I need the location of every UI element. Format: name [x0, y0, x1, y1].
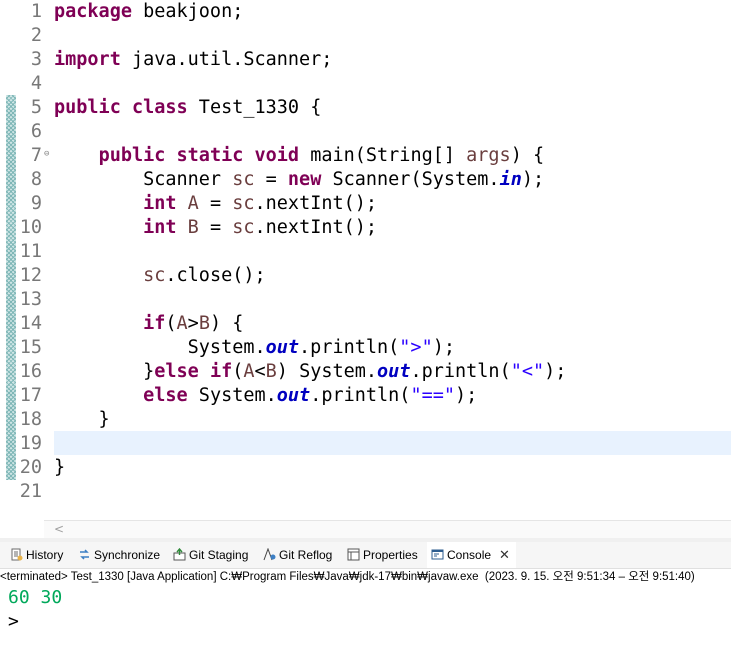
line-number: 13 [19, 289, 42, 310]
git-staging-icon [173, 548, 186, 561]
line-number: 17 [19, 385, 42, 406]
code-line[interactable]: 8 Scanner sc = new Scanner(System.in); [0, 168, 731, 192]
tab-console[interactable]: Console ✕ [427, 542, 516, 568]
line-number: 19 [19, 433, 42, 454]
code-text: Scanner sc = new Scanner(System.in); [54, 169, 545, 190]
tab-history[interactable]: History [10, 542, 63, 568]
code-line[interactable]: 19 [0, 432, 731, 456]
console-prompt: > [8, 611, 19, 632]
tab-git-staging[interactable]: Git Staging [173, 542, 248, 568]
code-text: } [54, 409, 110, 430]
code-line[interactable]: 7 ⊖ public static void main(String[] args… [0, 144, 731, 168]
code-line[interactable]: 5 public class Test_1330 { [0, 96, 731, 120]
code-line[interactable]: 3 import java.util.Scanner; [0, 48, 731, 72]
history-icon [11, 548, 23, 561]
code-text: int B = sc.nextInt(); [143, 217, 378, 238]
close-icon[interactable]: ✕ [499, 547, 510, 562]
code-line[interactable]: 14 if(A>B) { [0, 312, 731, 336]
code-line[interactable]: 20} [0, 456, 731, 480]
line-number: 15 [19, 337, 42, 358]
code-text: sc.close(); [143, 265, 266, 286]
line-number: 14 [19, 313, 42, 334]
code-editor[interactable]: 1 package beakjoon; 2 3 import java.util.Sca… [0, 0, 731, 520]
code-line[interactable]: 1 package beakjoon; [0, 0, 731, 24]
line-number: 20 [19, 457, 42, 478]
line-number: 10 [19, 217, 42, 238]
line-number: 8 [30, 169, 42, 190]
code-line[interactable]: 21 [0, 480, 731, 504]
line-number: 21 [19, 481, 42, 502]
line-number: 4 [30, 73, 42, 94]
code-line[interactable]: 17 else System.out.println("=="); [0, 384, 731, 408]
code-line[interactable]: 4 [0, 72, 731, 96]
code-line[interactable]: 11 [0, 240, 731, 264]
code-line[interactable]: 12 sc.close(); [0, 264, 731, 288]
code-line[interactable]: 15 System.out.println(">"); [0, 336, 731, 360]
console-status-label: <terminated> Test_1330 [Java Application… [0, 571, 695, 583]
synchronize-icon [80, 549, 89, 560]
code-line[interactable]: 9 int A = sc.nextInt(); [0, 192, 731, 216]
view-tab-bar: History Synchronize Git Staging Git Refl… [0, 542, 731, 569]
line-number: 18 [19, 409, 42, 430]
code-text: }else if(A<B) System.out.println("<"); [54, 361, 567, 382]
tab-git-reflog[interactable]: Git Reflog [263, 542, 332, 568]
code-text: public static void main(String[] args) { [98, 145, 545, 166]
code-line[interactable]: 18 } [0, 408, 731, 432]
code-text: if(A>B) { [143, 313, 244, 334]
code-text: } [54, 457, 66, 478]
line-number: 2 [30, 25, 42, 46]
code-text: package beakjoon; [54, 1, 244, 22]
console-input-line: 60 30 [8, 587, 63, 608]
code-line[interactable]: 6 [0, 120, 731, 144]
line-number: 9 [30, 193, 42, 214]
code-text: else System.out.println("=="); [143, 385, 478, 406]
line-number: 12 [19, 265, 42, 286]
console-output[interactable]: 60 30 > [0, 585, 731, 649]
horizontal-scrollbar[interactable]: < [44, 520, 731, 539]
line-number: 5 [30, 97, 42, 118]
code-line[interactable]: 2 [0, 24, 731, 48]
line-number: 6 [30, 121, 42, 142]
line-number: 11 [19, 241, 42, 262]
code-text: System.out.println(">"); [54, 337, 455, 358]
code-line[interactable]: 16 }else if(A<B) System.out.println("<")… [0, 360, 731, 384]
code-text: import java.util.Scanner; [54, 49, 333, 70]
tab-properties[interactable]: Properties [347, 542, 418, 568]
fold-collapse-icon[interactable]: ⊖ [44, 149, 49, 159]
code-text: public class Test_1330 { [54, 97, 322, 118]
code-line[interactable]: 13 [0, 288, 731, 312]
console-icon [431, 549, 444, 560]
line-number: 1 [30, 1, 42, 22]
git-reflog-icon [263, 548, 276, 561]
scroll-left-icon[interactable]: < [54, 521, 64, 537]
line-number: 3 [30, 49, 42, 70]
line-number: 7 [30, 145, 42, 166]
code-line[interactable]: 10 int B = sc.nextInt(); [0, 216, 731, 240]
tab-synchronize[interactable]: Synchronize [78, 542, 160, 568]
code-text: int A = sc.nextInt(); [143, 193, 378, 214]
properties-icon [347, 548, 360, 561]
line-number: 16 [19, 361, 42, 382]
